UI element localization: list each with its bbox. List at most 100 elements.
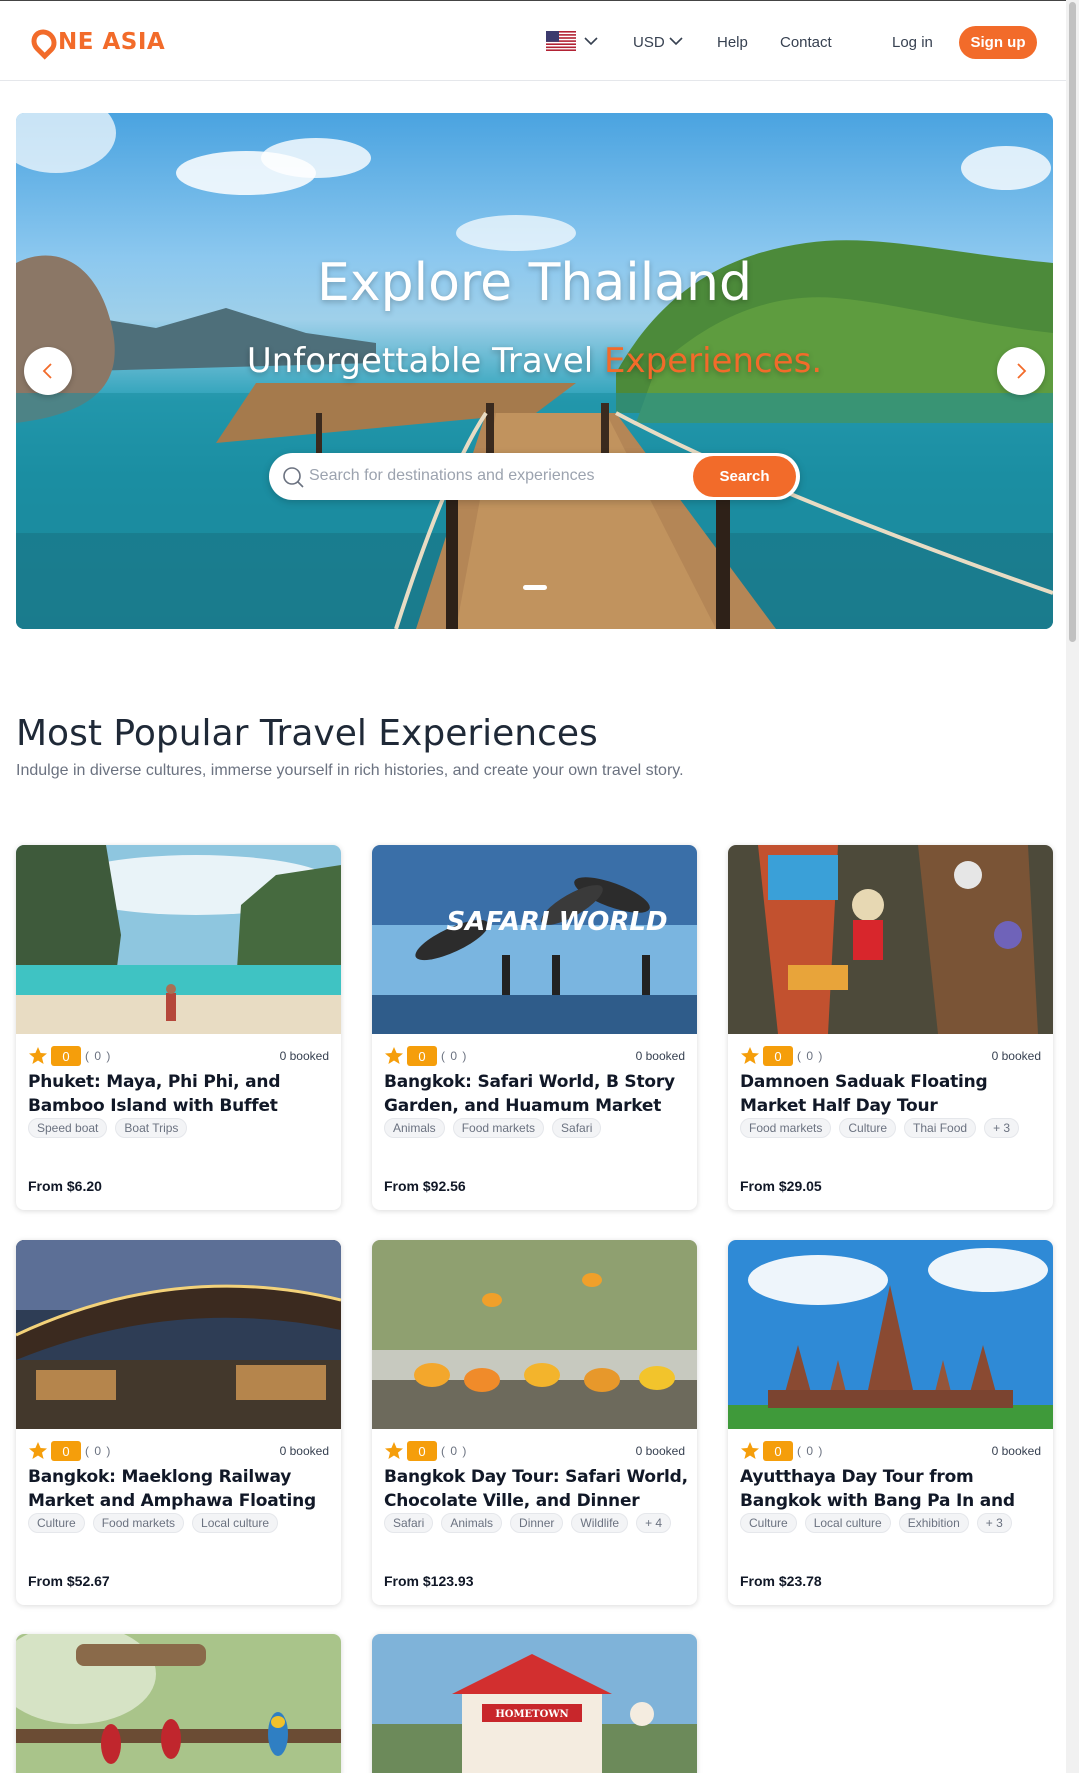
card-photo <box>16 1240 341 1429</box>
rating-row: 0 ( 0 ) 0 booked <box>384 1045 685 1067</box>
chevron-left-icon <box>42 363 52 379</box>
tag-list: Culture Local culture Exhibition + 3 <box>740 1513 1012 1533</box>
tag[interactable]: Food markets <box>452 1118 545 1138</box>
rating-score: 0 <box>763 1046 793 1066</box>
card-photo <box>728 845 1053 1034</box>
search-icon <box>283 467 304 488</box>
brand-name: NE ASIA <box>58 29 166 55</box>
rating-row: 0 ( 0 ) 0 booked <box>740 1045 1041 1067</box>
rating-score: 0 <box>407 1441 437 1461</box>
tag[interactable]: Wildlife <box>571 1513 629 1533</box>
card-title[interactable]: Phuket: Maya, Phi Phi, and Bamboo Island… <box>28 1070 333 1118</box>
signup-button[interactable]: Sign up <box>959 26 1037 59</box>
tag[interactable]: Speed boat <box>28 1118 108 1138</box>
experience-card[interactable]: 0 ( 0 ) 0 booked Damnoen Saduak Floating… <box>728 845 1053 1210</box>
experience-card[interactable]: 0 ( 0 ) 0 booked Bangkok: Maeklong Railw… <box>16 1240 341 1605</box>
hero-subtitle: Unforgettable Travel Experiences. <box>16 341 1053 381</box>
card-price: From $92.56 <box>384 1178 466 1194</box>
tag[interactable]: Animals <box>441 1513 503 1533</box>
card-image: SAFARI WORLD <box>372 845 697 1034</box>
rating-row: 0 ( 0 ) 0 booked <box>740 1440 1041 1462</box>
review-count: ( 0 ) <box>85 1444 112 1458</box>
card-photo <box>372 1240 697 1429</box>
rating-score: 0 <box>51 1046 81 1066</box>
tag[interactable]: Food markets <box>92 1513 185 1533</box>
tag[interactable]: Food markets <box>740 1118 832 1138</box>
review-count: ( 0 ) <box>797 1444 824 1458</box>
contact-link[interactable]: Contact <box>780 26 832 58</box>
tag[interactable]: Dinner <box>510 1513 564 1533</box>
card-title[interactable]: Bangkok Day Tour: Safari World, Chocolat… <box>384 1465 689 1513</box>
tag-list: Speed boat Boat Trips <box>28 1118 188 1138</box>
rating-score: 0 <box>763 1441 793 1461</box>
carousel-next-button[interactable] <box>997 347 1045 395</box>
tag[interactable]: Culture <box>839 1118 897 1138</box>
currency-selector[interactable]: USD <box>633 26 665 58</box>
hero-search-bar: Search <box>269 453 800 500</box>
rating-score: 0 <box>51 1441 81 1461</box>
rating-row: 0 ( 0 ) 0 booked <box>384 1440 685 1462</box>
tag[interactable]: + 3 <box>976 1513 1012 1533</box>
experience-card-partial[interactable] <box>16 1634 341 1773</box>
tag[interactable]: Boat Trips <box>115 1118 188 1138</box>
experience-card[interactable]: 0 ( 0 ) 0 booked Bangkok Day Tour: Safar… <box>372 1240 697 1605</box>
tag[interactable]: Thai Food <box>904 1118 977 1138</box>
login-link[interactable]: Log in <box>892 26 933 58</box>
experience-card-partial[interactable]: HOMETOWN <box>372 1634 697 1773</box>
chevron-down-icon[interactable] <box>583 33 599 49</box>
star-icon <box>29 1442 47 1459</box>
tag[interactable]: Animals <box>384 1118 445 1138</box>
hero-title: Explore Thailand <box>317 253 752 313</box>
page-scrollbar[interactable] <box>1066 0 1079 1773</box>
help-link[interactable]: Help <box>717 26 748 58</box>
tag[interactable]: Local culture <box>192 1513 279 1533</box>
brand-logo[interactable]: NE ASIA <box>26 24 166 60</box>
tag[interactable]: Safari <box>552 1118 602 1138</box>
carousel-prev-button[interactable] <box>24 347 72 395</box>
tag[interactable]: + 3 <box>984 1118 1020 1138</box>
section-subtitle: Indulge in diverse cultures, immerse you… <box>16 762 684 779</box>
tag[interactable]: Local culture <box>804 1513 891 1533</box>
tag[interactable]: Exhibition <box>898 1513 969 1533</box>
experience-card[interactable]: 0 ( 0 ) 0 booked Ayutthaya Day Tour from… <box>728 1240 1053 1605</box>
tag[interactable]: Safari <box>384 1513 434 1533</box>
site-header: NE ASIA USD Help Contact Log in Sign up <box>0 0 1066 81</box>
card-photo <box>728 1240 1053 1429</box>
review-count: ( 0 ) <box>797 1049 824 1063</box>
us-flag-icon[interactable] <box>546 31 576 51</box>
booked-count: 0 booked <box>279 1444 329 1458</box>
search-input[interactable] <box>309 461 689 491</box>
card-price: From $52.67 <box>28 1573 110 1589</box>
review-count: ( 0 ) <box>85 1049 112 1063</box>
scrollbar-thumb[interactable] <box>1069 2 1076 642</box>
carousel-indicators <box>16 585 1053 590</box>
card-price: From $6.20 <box>28 1178 102 1194</box>
card-image <box>16 1240 341 1429</box>
card-title[interactable]: Bangkok: Safari World, B Story Garden, a… <box>384 1070 689 1118</box>
booked-count: 0 booked <box>279 1049 329 1063</box>
tag[interactable]: + 4 <box>636 1513 672 1533</box>
card-price: From $23.78 <box>740 1573 822 1589</box>
chevron-right-icon <box>1017 363 1027 379</box>
tag[interactable]: Culture <box>740 1513 797 1533</box>
hero-subtitle-main: Unforgettable Travel <box>246 341 605 381</box>
tag[interactable]: Culture <box>28 1513 85 1533</box>
experience-card[interactable]: SAFARI WORLD 0 ( 0 ) 0 booked Bangkok: S… <box>372 845 697 1210</box>
card-title[interactable]: Bangkok: Maeklong Railway Market and Amp… <box>28 1465 333 1513</box>
card-title[interactable]: Damnoen Saduak Floating Market Half Day … <box>740 1070 1045 1118</box>
card-price: From $123.93 <box>384 1573 474 1589</box>
tag-list: Culture Food markets Local culture <box>28 1513 279 1533</box>
search-button[interactable]: Search <box>693 456 796 497</box>
booked-count: 0 booked <box>635 1049 685 1063</box>
experience-card[interactable]: 0 ( 0 ) 0 booked Phuket: Maya, Phi Phi, … <box>16 845 341 1210</box>
card-image: HOMETOWN <box>372 1634 697 1773</box>
star-icon <box>385 1047 403 1064</box>
carousel-dot-active[interactable] <box>522 585 547 590</box>
tag-list: Food markets Culture Thai Food + 3 <box>740 1118 1020 1138</box>
hero-subtitle-accent: Experiences. <box>604 341 823 381</box>
rating-row: 0 ( 0 ) 0 booked <box>28 1440 329 1462</box>
chevron-down-icon[interactable] <box>668 33 684 49</box>
hometown-photo: HOMETOWN <box>372 1634 697 1773</box>
review-count: ( 0 ) <box>441 1049 468 1063</box>
card-title[interactable]: Ayutthaya Day Tour from Bangkok with Ban… <box>740 1465 1045 1513</box>
